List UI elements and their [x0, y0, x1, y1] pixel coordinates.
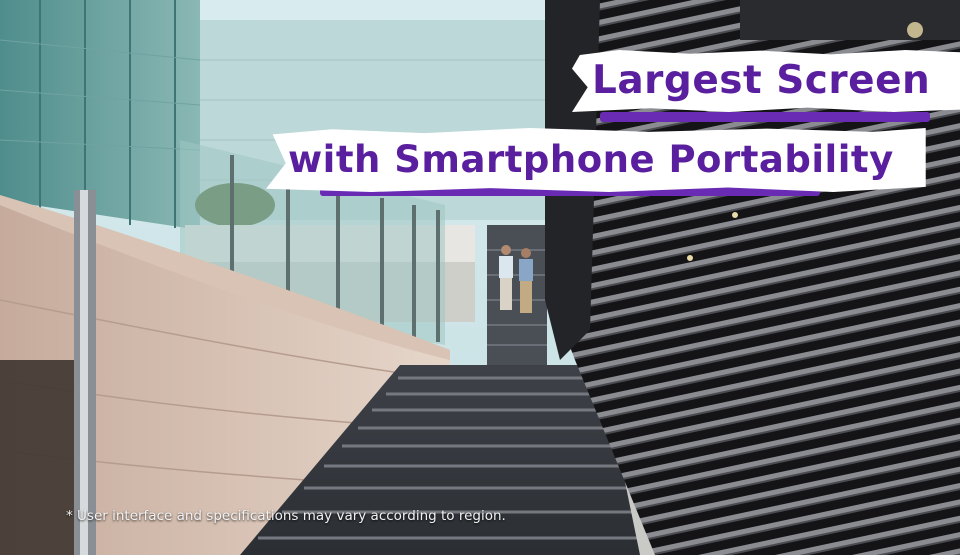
- headline-line-2: with Smartphone Portability: [266, 128, 926, 192]
- region-disclaimer: * User interface and specifications may …: [66, 508, 506, 524]
- headline-underline-1: [600, 112, 930, 122]
- headline-line-1: Largest Screen: [572, 50, 960, 112]
- video-frame: Largest Screen with Smartphone Portabili…: [0, 0, 960, 555]
